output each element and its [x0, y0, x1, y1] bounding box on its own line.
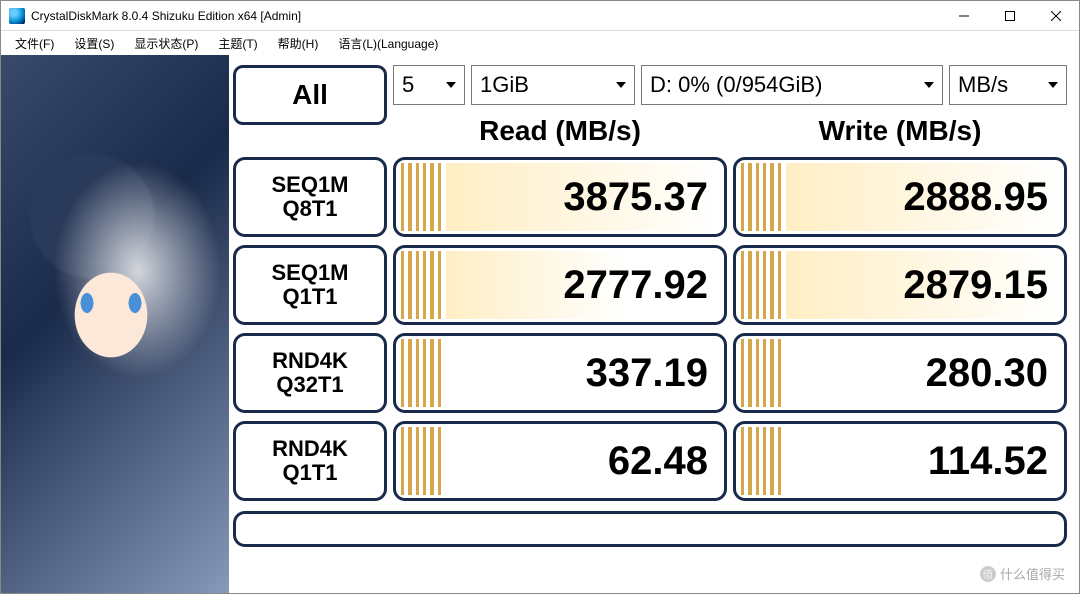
drive-value: D: 0% (0/954GiB): [650, 72, 822, 98]
menu-theme[interactable]: 主题(T): [210, 33, 265, 54]
app-window: CrystalDiskMark 8.0.4 Shizuku Edition x6…: [0, 0, 1080, 594]
window-controls: [941, 1, 1079, 31]
window-title: CrystalDiskMark 8.0.4 Shizuku Edition x6…: [31, 9, 941, 23]
chevron-down-icon: [924, 82, 934, 88]
main-panel: All 5 1GiB D: 0% (0/954GiB): [229, 55, 1079, 593]
minimize-icon: [959, 11, 969, 21]
bench-row-3: RND4K Q1T1 62.48 114.52: [233, 421, 1067, 501]
testsize-select[interactable]: 1GiB: [471, 65, 635, 105]
dropdown-row: 5 1GiB D: 0% (0/954GiB) MB/s: [393, 65, 1067, 105]
read-cell-3: 62.48: [393, 421, 727, 501]
write-header: Write (MB/s): [733, 115, 1067, 147]
menu-settings[interactable]: 设置(S): [66, 33, 122, 54]
close-icon: [1051, 11, 1061, 21]
read-cell-0: 3875.37: [393, 157, 727, 237]
unit-select[interactable]: MB/s: [949, 65, 1067, 105]
write-value-1: 2879.15: [903, 263, 1048, 308]
watermark: 值 什么值得买: [980, 564, 1065, 583]
read-cell-1: 2777.92: [393, 245, 727, 325]
test-label-line1: RND4K: [272, 437, 348, 461]
read-value-2: 337.19: [586, 351, 708, 396]
write-cell-3: 114.52: [733, 421, 1067, 501]
testsize-value: 1GiB: [480, 72, 529, 98]
write-value-2: 280.30: [926, 351, 1048, 396]
close-button[interactable]: [1033, 1, 1079, 31]
menu-language[interactable]: 语言(L)(Language): [330, 33, 446, 54]
runs-select[interactable]: 5: [393, 65, 465, 105]
test-label-line1: SEQ1M: [271, 261, 348, 285]
test-label-line2: Q32T1: [276, 373, 343, 397]
bar-stripes: [399, 251, 443, 319]
read-value-1: 2777.92: [563, 263, 708, 308]
read-cell-2: 337.19: [393, 333, 727, 413]
app-icon: [9, 8, 25, 24]
column-headers: Read (MB/s) Write (MB/s): [233, 113, 1067, 149]
bar-stripes: [739, 427, 783, 495]
bench-row-2: RND4K Q32T1 337.19 280.30: [233, 333, 1067, 413]
test-button-seq1m-q1t1[interactable]: SEQ1M Q1T1: [233, 245, 387, 325]
minimize-button[interactable]: [941, 1, 987, 31]
write-cell-0: 2888.95: [733, 157, 1067, 237]
test-label-line2: Q1T1: [282, 461, 337, 485]
watermark-text: 什么值得买: [1000, 564, 1065, 583]
menubar: 文件(F) 设置(S) 显示状态(P) 主题(T) 帮助(H) 语言(L)(La…: [1, 31, 1079, 55]
bar-stripes: [739, 339, 783, 407]
bar-stripes: [399, 339, 443, 407]
read-value-3: 62.48: [608, 439, 708, 484]
test-button-seq1m-q8t1[interactable]: SEQ1M Q8T1: [233, 157, 387, 237]
test-button-rnd4k-q32t1[interactable]: RND4K Q32T1: [233, 333, 387, 413]
maximize-button[interactable]: [987, 1, 1033, 31]
maximize-icon: [1005, 11, 1015, 21]
menu-display[interactable]: 显示状态(P): [126, 33, 206, 54]
read-header: Read (MB/s): [393, 115, 727, 147]
test-button-rnd4k-q1t1[interactable]: RND4K Q1T1: [233, 421, 387, 501]
bar-stripes: [739, 163, 783, 231]
write-cell-1: 2879.15: [733, 245, 1067, 325]
drive-select[interactable]: D: 0% (0/954GiB): [641, 65, 943, 105]
chevron-down-icon: [1048, 82, 1058, 88]
bar-stripes: [399, 163, 443, 231]
test-label-line2: Q1T1: [282, 285, 337, 309]
titlebar: CrystalDiskMark 8.0.4 Shizuku Edition x6…: [1, 1, 1079, 31]
status-bar: [233, 511, 1067, 547]
bench-row-1: SEQ1M Q1T1 2777.92 2879.15: [233, 245, 1067, 325]
menu-help[interactable]: 帮助(H): [270, 33, 327, 54]
theme-artwork: [1, 55, 229, 593]
menu-file[interactable]: 文件(F): [7, 33, 62, 54]
write-cell-2: 280.30: [733, 333, 1067, 413]
bench-row-0: SEQ1M Q8T1 3875.37 2888.95: [233, 157, 1067, 237]
test-label-line2: Q8T1: [282, 197, 337, 221]
runs-value: 5: [402, 72, 414, 98]
test-label-line1: RND4K: [272, 349, 348, 373]
unit-value: MB/s: [958, 72, 1008, 98]
bar-stripes: [739, 251, 783, 319]
bar-stripes: [399, 427, 443, 495]
write-value-3: 114.52: [928, 439, 1048, 484]
write-value-0: 2888.95: [903, 175, 1048, 220]
chevron-down-icon: [446, 82, 456, 88]
test-label-line1: SEQ1M: [271, 173, 348, 197]
content-area: All 5 1GiB D: 0% (0/954GiB): [1, 55, 1079, 593]
watermark-icon: 值: [980, 566, 996, 582]
read-value-0: 3875.37: [563, 175, 708, 220]
chevron-down-icon: [616, 82, 626, 88]
